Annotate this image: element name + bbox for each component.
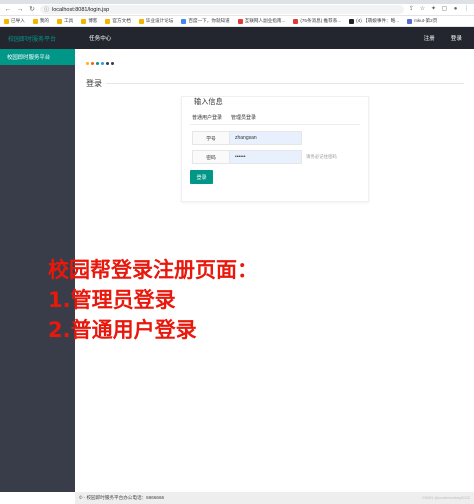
bookmark-item[interactable]: 官方文档 (105, 18, 131, 24)
bookmark-item[interactable]: (4) 【萌娘事件：略... (349, 18, 399, 24)
bookmark-item[interactable]: 百度一下，你就知道 (181, 18, 230, 24)
url-text: localhost:8081/login.jsp (52, 6, 110, 13)
bookmark-label: (75条消息) 推荐系... (300, 18, 342, 23)
password-row: 密码 •••••• 请务必记住密码 (192, 150, 337, 164)
bookmark-item[interactable]: 我的 (32, 18, 49, 24)
info-icon[interactable]: ⓘ (44, 6, 49, 13)
watermark: CSDN @codemonkey2022 (421, 495, 470, 500)
share-icon[interactable]: ⇪ (408, 6, 415, 13)
color-dot (96, 62, 99, 65)
bookmark-label: 我的 (39, 18, 49, 23)
app-header: 校园即时服务平台 任务中心 注册 登录 (0, 27, 474, 49)
extensions-icon[interactable]: ✦ (430, 6, 437, 13)
bookmark-item[interactable]: 已导入 (4, 18, 25, 24)
password-input[interactable]: •••••• (230, 150, 302, 164)
bookmarks-bar: 已导入 我的 工具 博客 官方文档 毕业设计论坛 百度一下，你就知道 互联网人副业指南... (… (0, 16, 474, 27)
sidepanel-icon[interactable]: ▢ (441, 6, 448, 13)
login-button[interactable]: 登录 (190, 170, 213, 184)
bookmark-item[interactable]: 互联网人副业指南... (237, 18, 286, 24)
bookmark-label: 博客 (88, 18, 98, 23)
forward-icon[interactable]: → (16, 6, 24, 14)
bookmark-folder-icon (349, 18, 355, 24)
bookmark-label: 互联网人副业指南... (244, 18, 286, 23)
bookmark-folder-icon (181, 18, 187, 24)
password-hint: 请务必记住密码 (306, 154, 337, 159)
tabs-divider (190, 124, 360, 125)
bookmark-item[interactable]: mkut-第2页 (407, 18, 437, 24)
bookmark-label: 百度一下，你就知道 (188, 18, 230, 23)
sidebar-item-home[interactable]: 校园即时服务平台 (0, 49, 75, 65)
color-dot (111, 62, 114, 65)
bookmark-folder-icon (237, 18, 243, 24)
bookmark-folder-icon (81, 18, 87, 24)
color-dot (106, 62, 109, 65)
profile-icon[interactable]: ● (452, 6, 459, 13)
section-header: 登录 (86, 78, 464, 89)
nav-task-center[interactable]: 任务中心 (89, 34, 111, 42)
bookmark-folder-icon (57, 18, 62, 24)
address-bar: ← → ↻ ⓘ localhost:8081/login.jsp ⇪ ☆ ✦ ▢… (0, 4, 474, 16)
overlay-line-3: 2.普通用户登录 (48, 318, 197, 342)
bookmark-item[interactable]: 工具 (57, 18, 73, 24)
bookmark-item[interactable]: 博客 (81, 18, 97, 24)
nav-register[interactable]: 注册 (424, 34, 435, 42)
color-dot (86, 62, 89, 65)
student-id-input[interactable]: zhangsan (230, 131, 302, 145)
student-id-label: 学号 (192, 131, 230, 145)
bookmark-label: (4) 【萌娘事件：略... (356, 18, 400, 23)
login-card: 输入信息 普通用户登录 管理员登录 学号 zhangsan 密码 •••••• … (181, 96, 369, 202)
overlay-line-2: 1.管理员登录 (48, 288, 176, 312)
reload-icon[interactable]: ↻ (28, 6, 36, 14)
password-label: 密码 (192, 150, 230, 164)
bookmark-label: 毕业设计论坛 (145, 18, 174, 23)
bookmark-folder-icon (105, 18, 111, 24)
card-title: 输入信息 (193, 97, 224, 107)
bookmark-label: 已导入 (11, 18, 25, 23)
menu-icon[interactable]: ⋮ (463, 6, 470, 13)
section-title: 登录 (86, 79, 102, 88)
back-icon[interactable]: ← (4, 6, 12, 14)
bookmark-folder-icon (293, 18, 299, 24)
section-divider (106, 83, 464, 84)
overlay-line-1: 校园帮登录注册页面： (48, 258, 258, 282)
bookmark-label: mkut-第2页 (414, 18, 438, 23)
color-dots (86, 62, 114, 65)
brand-logo[interactable]: 校园即时服务平台 (0, 34, 75, 43)
bookmark-item[interactable]: 毕业设计论坛 (138, 18, 174, 24)
star-icon[interactable]: ☆ (419, 6, 426, 13)
bookmark-folder-icon (4, 18, 9, 24)
bookmark-label: 官方文档 (112, 18, 131, 23)
url-field[interactable]: ⓘ localhost:8081/login.jsp (40, 5, 404, 14)
bookmark-label: 工具 (64, 18, 74, 23)
color-dot (101, 62, 104, 65)
color-dot (91, 62, 94, 65)
bookmark-item[interactable]: (75条消息) 推荐系... (293, 18, 341, 24)
footer: © - 校园即时服务平台办公电话：6666666 CSDN @codemonke… (75, 492, 474, 504)
student-id-row: 学号 zhangsan (192, 131, 302, 145)
bookmark-folder-icon (138, 18, 144, 24)
nav-login[interactable]: 登录 (451, 34, 462, 42)
bookmark-folder-icon (32, 18, 38, 24)
footer-text: © - 校园即时服务平台办公电话：6666666 (79, 495, 165, 500)
bookmark-folder-icon (407, 18, 413, 24)
